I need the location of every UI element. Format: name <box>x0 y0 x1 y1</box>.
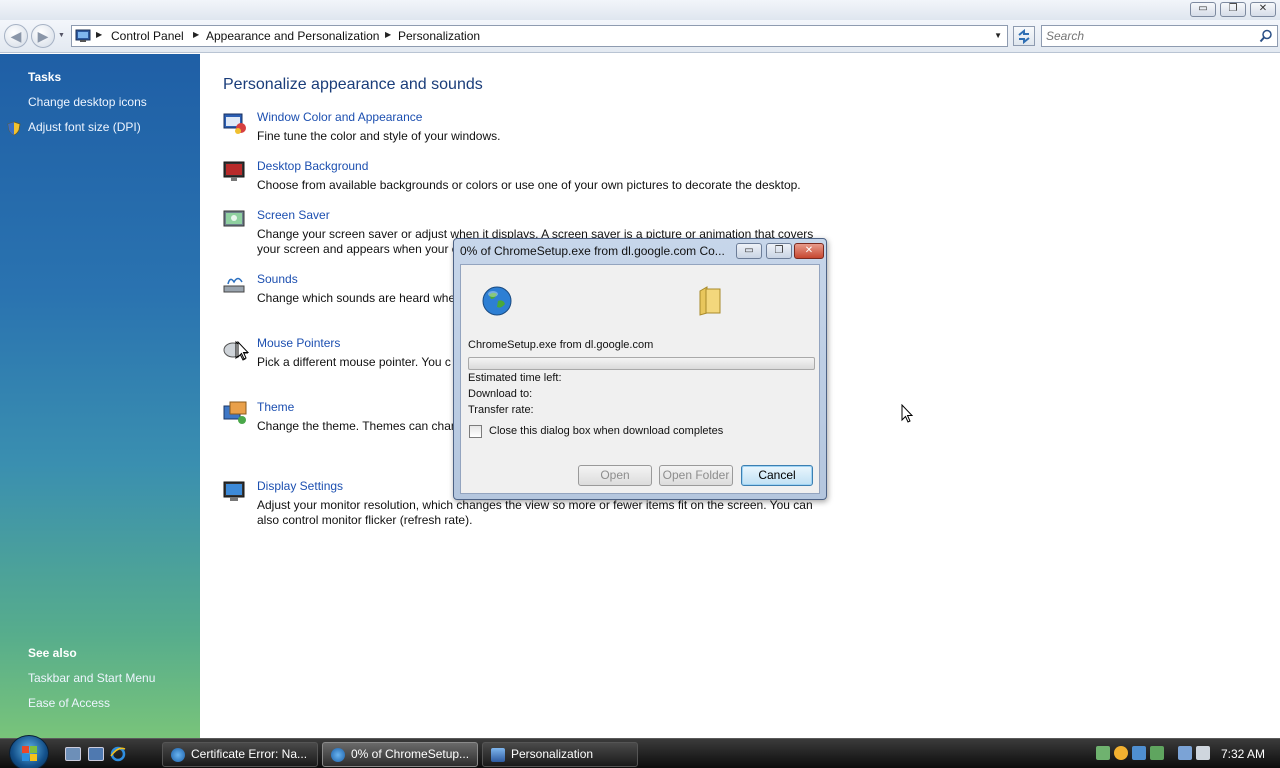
refresh-button[interactable] <box>1013 26 1035 46</box>
page-title: Personalize appearance and sounds <box>223 76 483 93</box>
breadcrumb-personalization[interactable]: Personalization <box>398 29 480 43</box>
display-settings-link[interactable]: Display Settings <box>257 479 343 493</box>
window-title-bar: ▭ ❐ ✕ <box>0 0 1280 20</box>
search-input[interactable] <box>1046 28 1251 44</box>
search-icon[interactable] <box>1259 29 1273 43</box>
close-when-done-label[interactable]: Close this dialog box when download comp… <box>489 425 723 437</box>
download-progress-bar <box>468 357 815 370</box>
desktop-background-description: Choose from available backgrounds or col… <box>257 178 801 192</box>
windows-logo-icon <box>22 746 37 761</box>
globe-icon <box>482 286 512 316</box>
tray-update-icon[interactable] <box>1150 746 1164 760</box>
recent-pages-icon[interactable]: ▼ <box>58 32 65 39</box>
address-bar[interactable]: ▶ Control Panel ▶ Appearance and Persona… <box>71 25 1008 47</box>
taskbar-item-certificate-error[interactable]: Certificate Error: Na... <box>162 742 318 767</box>
forward-button[interactable]: ▶ <box>31 24 55 48</box>
internet-explorer-icon <box>331 748 345 762</box>
folder-icon <box>699 286 721 316</box>
start-button[interactable] <box>9 735 49 768</box>
internet-explorer-icon <box>171 748 185 762</box>
desktop-background-link[interactable]: Desktop Background <box>257 159 368 173</box>
screen-saver-icon <box>223 210 245 227</box>
dialog-close-button[interactable]: ✕ <box>794 243 824 259</box>
tray-volume-muted-icon[interactable] <box>1196 746 1210 760</box>
breadcrumb-separator-icon: ▶ <box>96 30 103 39</box>
window-color-icon <box>223 113 246 134</box>
mouse-cursor-icon <box>901 404 914 423</box>
refresh-icon <box>1018 28 1030 45</box>
tray-app-icon[interactable] <box>1132 746 1146 760</box>
theme-link[interactable]: Theme <box>257 400 294 414</box>
window-color-description: Fine tune the color and style of your wi… <box>257 129 501 143</box>
breadcrumb-appearance[interactable]: Appearance and Personalization <box>206 29 379 43</box>
taskbar: Certificate Error: Na... 0% of ChromeSet… <box>0 735 1280 768</box>
open-folder-button[interactable]: Open Folder <box>659 465 733 486</box>
taskbar-item-personalization[interactable]: Personalization <box>482 742 638 767</box>
window-color-link[interactable]: Window Color and Appearance <box>257 110 422 124</box>
taskbar-item-label: 0% of ChromeSetup... <box>351 747 470 761</box>
tasks-pane: Tasks Change desktop icons Adjust font s… <box>0 54 200 738</box>
close-window-button[interactable]: ✕ <box>1250 2 1276 17</box>
search-box[interactable] <box>1041 25 1278 47</box>
switch-windows-icon[interactable] <box>88 747 104 761</box>
estimated-time-label: Estimated time left: <box>468 372 562 384</box>
dialog-maximize-button[interactable]: ❐ <box>766 243 792 259</box>
tray-network-connection-icon[interactable] <box>1178 746 1192 760</box>
dialog-body: ChromeSetup.exe from dl.google.com Estim… <box>460 264 820 494</box>
tray-network-icon[interactable] <box>1096 746 1110 760</box>
tray-security-icon[interactable] <box>1114 746 1128 760</box>
uac-shield-icon <box>7 121 21 136</box>
control-panel-icon <box>491 748 505 762</box>
display-settings-description: Adjust your monitor resolution, which ch… <box>257 498 813 527</box>
open-button[interactable]: Open <box>578 465 652 486</box>
taskbar-clock[interactable]: 7:32 AM <box>1221 747 1265 761</box>
sounds-icon <box>223 277 245 293</box>
taskbar-item-label: Personalization <box>511 747 594 761</box>
ease-of-access-link[interactable]: Ease of Access <box>28 696 110 710</box>
maximize-button[interactable]: ❐ <box>1220 2 1246 17</box>
back-button[interactable]: ◀ <box>4 24 28 48</box>
dialog-minimize-button[interactable]: ▭ <box>736 243 762 259</box>
taskbar-item-download[interactable]: 0% of ChromeSetup... <box>322 742 478 767</box>
minimize-button[interactable]: ▭ <box>1190 2 1216 17</box>
adjust-font-size-link[interactable]: Adjust font size (DPI) <box>28 120 141 134</box>
dialog-title: 0% of ChromeSetup.exe from dl.google.com… <box>460 244 725 258</box>
system-tray: 7:32 AM <box>1090 741 1280 767</box>
desktop-background-icon <box>223 161 245 181</box>
address-dropdown-icon[interactable]: ▼ <box>994 31 1002 40</box>
download-dialog: 0% of ChromeSetup.exe from dl.google.com… <box>453 238 827 500</box>
download-to-label: Download to: <box>468 388 533 400</box>
mouse-cursor-icon <box>237 341 249 360</box>
navigation-bar: ◀ ▶ ▼ ▶ Control Panel ▶ Appearance and P… <box>0 20 1280 53</box>
breadcrumb-separator-icon[interactable]: ▶ <box>193 30 199 39</box>
control-panel-icon <box>75 29 91 42</box>
show-desktop-icon[interactable] <box>65 747 81 761</box>
taskbar-start-menu-link[interactable]: Taskbar and Start Menu <box>28 671 155 685</box>
internet-explorer-icon[interactable] <box>110 746 126 762</box>
change-desktop-icons-link[interactable]: Change desktop icons <box>28 95 147 109</box>
screen-saver-link[interactable]: Screen Saver <box>257 208 330 222</box>
cancel-button[interactable]: Cancel <box>741 465 813 486</box>
transfer-rate-label: Transfer rate: <box>468 404 534 416</box>
taskbar-item-label: Certificate Error: Na... <box>191 747 308 761</box>
tasks-heading: Tasks <box>28 70 62 84</box>
mouse-pointers-link[interactable]: Mouse Pointers <box>257 336 340 350</box>
theme-icon <box>223 401 247 424</box>
download-file-label: ChromeSetup.exe from dl.google.com <box>468 339 654 351</box>
close-when-done-checkbox[interactable] <box>469 425 482 438</box>
see-also-heading: See also <box>28 646 77 660</box>
breadcrumb-control-panel[interactable]: Control Panel <box>111 29 184 43</box>
breadcrumb-separator-icon[interactable]: ▶ <box>385 30 391 39</box>
display-settings-icon <box>223 481 245 501</box>
sounds-link[interactable]: Sounds <box>257 272 298 286</box>
